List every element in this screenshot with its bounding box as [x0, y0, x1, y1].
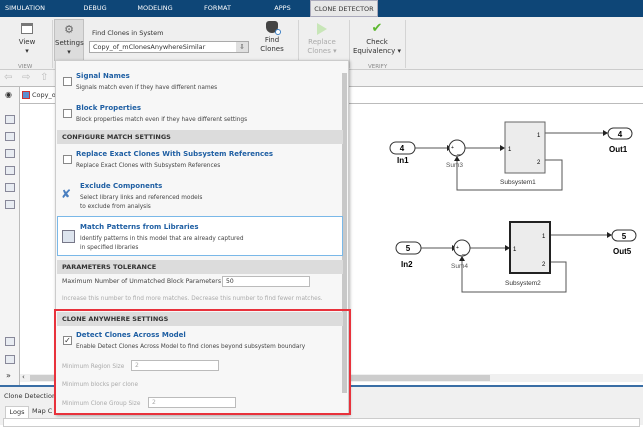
signal-names-title[interactable]: Signal Names — [76, 72, 130, 80]
block-out5[interactable]: 5 — [611, 229, 637, 242]
in1-label: In1 — [397, 156, 409, 165]
signal-names-checkbox[interactable] — [63, 77, 72, 86]
min-blocks-label: Minimum blocks per clone — [62, 382, 139, 388]
subsystem1-label: Subsystem1 — [500, 179, 536, 186]
log-area — [3, 418, 640, 427]
exclude-desc-line1: Select library links and referenced mode… — [80, 195, 203, 201]
sum4-label: Sum4 — [451, 263, 468, 270]
plus-sign: + — [451, 145, 454, 151]
block-out1[interactable]: 4 — [607, 127, 633, 140]
match-patterns-title: Match Patterns from Libraries — [80, 223, 199, 231]
min-region-label: Minimum Region Size — [62, 364, 125, 370]
block-properties-title[interactable]: Block Properties — [76, 104, 141, 112]
in2-label: In2 — [401, 260, 413, 269]
detect-across-checkbox[interactable]: ✓ — [63, 336, 72, 345]
min-group-label: Minimum Clone Group Size — [62, 401, 141, 407]
detect-across-desc: Enable Detect Clones Across Model to fin… — [76, 344, 306, 350]
plus-sign: + — [456, 245, 459, 251]
library-patterns-icon — [62, 230, 75, 243]
sum3-label: Sum3 — [446, 162, 463, 169]
minus-sign: _ — [461, 249, 466, 255]
min-region-input[interactable]: 2 — [131, 360, 219, 371]
block-properties-desc: Block properties match even if they have… — [76, 117, 248, 123]
exclude-components-icon: ✘ — [61, 187, 72, 201]
match-patterns-desc-line2: in specified libraries — [80, 245, 139, 251]
block-in2[interactable]: 5 — [395, 241, 422, 255]
parameters-tolerance-header: PARAMETERS TOLERANCE — [57, 260, 343, 274]
configure-match-header: CONFIGURE MATCH SETTINGS — [57, 130, 343, 144]
minus-sign: _ — [456, 149, 461, 155]
exclude-components-title[interactable]: Exclude Components — [80, 182, 162, 190]
block-sum3[interactable]: +_ — [448, 139, 466, 157]
in1-port-number: 4 — [400, 144, 405, 153]
replace-exact-checkbox[interactable] — [63, 155, 72, 164]
out5-label: Out5 — [613, 247, 632, 256]
block-in1[interactable]: 4 — [389, 141, 416, 155]
out1-label: Out1 — [609, 145, 628, 154]
out1-port-number: 4 — [618, 130, 623, 139]
out5-port-number: 5 — [622, 232, 627, 241]
block-sum4[interactable]: +_ — [453, 239, 471, 257]
in2-port-number: 5 — [406, 244, 411, 253]
settings-menu: Signal Names Signals match even if they … — [54, 60, 351, 415]
replace-exact-desc: Replace Exact Clones with Subsystem Refe… — [76, 163, 221, 169]
clone-anywhere-header: CLONE ANYWHERE SETTINGS — [57, 312, 343, 326]
block-properties-checkbox[interactable] — [63, 109, 72, 118]
subsystem2-label: Subsystem2 — [505, 280, 541, 287]
match-patterns-desc-line1: Identify patterns in this model that are… — [80, 236, 244, 242]
tolerance-hint: Increase this number to find more matche… — [62, 296, 323, 302]
max-unmatched-label: Maximum Number of Unmatched Block Parame… — [62, 278, 222, 285]
min-group-input[interactable]: 2 — [148, 397, 236, 408]
match-patterns-item[interactable]: Match Patterns from Libraries Identify p… — [57, 216, 343, 256]
signal-names-desc: Signals match even if they have differen… — [76, 85, 218, 91]
tab-logs[interactable]: Logs — [5, 406, 29, 418]
tab-map[interactable]: Map C — [32, 407, 52, 415]
max-unmatched-input[interactable]: 50 — [222, 276, 310, 287]
exclude-desc-line2: to exclude from analysis — [80, 204, 151, 210]
replace-exact-title[interactable]: Replace Exact Clones With Subsystem Refe… — [76, 150, 273, 158]
detect-across-title[interactable]: Detect Clones Across Model — [76, 331, 186, 339]
panel-title: Clone Detection — [4, 392, 57, 400]
